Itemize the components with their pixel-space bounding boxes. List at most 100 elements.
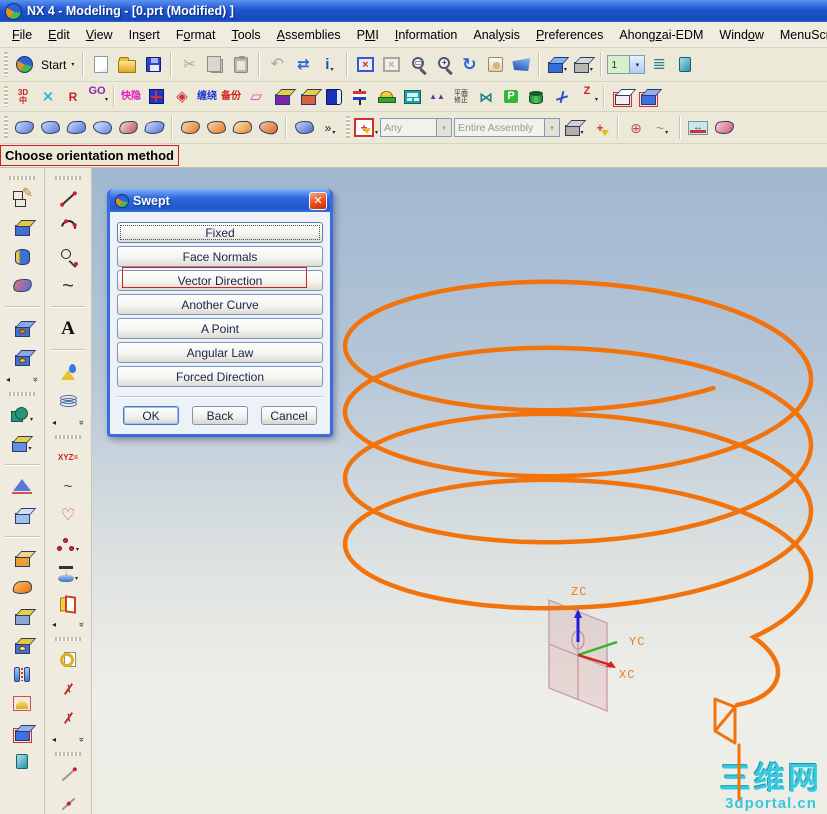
sketch-constraint-button[interactable]: ⨯ — [36, 85, 60, 109]
open-button[interactable] — [115, 53, 139, 77]
project-curve-button[interactable]: ↓ ▾ — [56, 562, 80, 586]
chevron-down-icon[interactable]: ▾ — [28, 445, 31, 456]
trimmed-sheet-button[interactable] — [256, 116, 280, 140]
pan-button[interactable] — [483, 53, 507, 77]
toolbar-grip[interactable] — [9, 391, 35, 396]
extrude-button[interactable] — [10, 216, 34, 240]
solid-cube-button[interactable] — [636, 85, 660, 109]
shell-button[interactable] — [10, 547, 34, 571]
menu-item-window[interactable]: Window — [711, 26, 771, 44]
extract-curve-button[interactable] — [56, 648, 80, 672]
wcs-3d-button[interactable]: 3D 中 — [12, 85, 34, 109]
chevron-down-icon[interactable]: ▾ — [544, 119, 560, 136]
spline-button[interactable]: ~ — [56, 274, 80, 298]
paste-button[interactable] — [229, 53, 253, 77]
chevron-down-icon[interactable]: ▾ — [665, 129, 668, 140]
ruled-surface-button[interactable] — [12, 116, 36, 140]
section-surface-button[interactable] — [142, 116, 166, 140]
toolbar-grip[interactable] — [4, 116, 8, 139]
chevron-down-icon[interactable]: ▾ — [105, 97, 108, 107]
toolbar-grip[interactable] — [4, 52, 8, 77]
hatch-cube-button[interactable] — [296, 85, 320, 109]
chevron-down-icon[interactable]: ▾ — [76, 546, 79, 557]
through-curves-button[interactable] — [38, 116, 62, 140]
toolbar-overflow-button[interactable]: » ▾ — [318, 116, 342, 140]
csys-axes-button[interactable] — [550, 85, 574, 109]
thicken-button[interactable] — [10, 605, 34, 629]
close-icon[interactable]: ✕ — [309, 191, 327, 210]
toolbar-nav[interactable]: ◂» — [52, 416, 87, 428]
edit-line-button[interactable] — [56, 763, 80, 787]
undo-button[interactable]: ↶ — [265, 53, 289, 77]
hole-button[interactable] — [10, 317, 34, 341]
cut-button[interactable]: ✂ — [177, 53, 201, 77]
section-profile[interactable] — [713, 697, 737, 745]
menu-item-edit[interactable]: Edit — [40, 26, 78, 44]
toolbar-grip[interactable] — [55, 434, 81, 439]
dialog-button-face-normals[interactable]: Face Normals — [117, 246, 323, 267]
menu-item-assemblies[interactable]: Assemblies — [269, 26, 349, 44]
blue-book-button[interactable] — [322, 85, 346, 109]
menu-item-pmi[interactable]: PMI — [349, 26, 387, 44]
back-button[interactable]: Back — [192, 406, 248, 425]
divide-curve-button[interactable]: ~ — [56, 706, 80, 730]
type-filter-combo[interactable]: Any ▾ — [380, 118, 453, 137]
dialog-button-vector-direction[interactable]: Vector Direction — [117, 267, 323, 291]
chevron-down-icon[interactable]: ▾ — [30, 416, 33, 427]
toolbar-nav[interactable]: ◂» — [6, 373, 41, 385]
alert-button[interactable] — [374, 85, 398, 109]
dome-button[interactable] — [10, 692, 34, 716]
start-menu-button[interactable]: Start ▾ — [38, 58, 77, 72]
pyramid-button[interactable] — [10, 475, 34, 499]
point-set-button[interactable] — [56, 360, 80, 384]
copy-button[interactable] — [203, 53, 227, 77]
green-pot-button[interactable] — [524, 85, 548, 109]
trim-curve-button[interactable]: ~ — [56, 677, 80, 701]
chevron-down-icon[interactable]: ▾ — [595, 97, 598, 107]
revolve-button[interactable] — [10, 245, 34, 269]
snap-options-button[interactable]: ~ ▾ — [650, 116, 674, 140]
edit-line2-button[interactable] — [56, 792, 80, 814]
green-p-button[interactable]: P — [500, 85, 522, 109]
menu-item-format[interactable]: Format — [168, 26, 224, 44]
graphics-viewport[interactable]: 三维网 3dportal.cn ZC YC XC Swept ✕ Fixed Face… — [92, 168, 827, 814]
chevron-down-icon[interactable]: ▾ — [436, 119, 452, 136]
plane-fix-button[interactable]: 平面 修正 — [450, 85, 472, 109]
selection-filter-button[interactable]: + ▾ — [354, 116, 378, 140]
swept-surface-button[interactable] — [10, 274, 34, 298]
new-button[interactable] — [89, 53, 113, 77]
chevron-down-icon[interactable]: ▾ — [590, 66, 593, 77]
dialog-button-fixed[interactable]: Fixed — [117, 222, 323, 243]
layer-visible-button[interactable] — [673, 53, 697, 77]
rotate-view-button[interactable]: ↻ — [457, 53, 481, 77]
sew-button[interactable] — [10, 663, 34, 687]
save-button[interactable] — [141, 53, 165, 77]
quick-hide-button[interactable]: 快隐 — [120, 85, 142, 109]
mirror-button[interactable] — [56, 591, 80, 615]
title-bar[interactable]: NX 4 - Modeling - [0.prt (Modified) ] — [0, 0, 827, 22]
z-axis-button[interactable]: Z ▾ — [576, 85, 598, 109]
helix-button[interactable] — [56, 389, 80, 413]
menu-item-information[interactable]: Information — [387, 26, 466, 44]
reorient-button[interactable]: R — [62, 85, 84, 109]
toolbar-grip[interactable] — [55, 175, 81, 180]
menu-item-tools[interactable]: Tools — [223, 26, 268, 44]
point-xyz-button[interactable]: XYZ= — [57, 446, 79, 470]
menu-item-insert[interactable]: Insert — [121, 26, 168, 44]
through-curve-mesh-button[interactable] — [64, 116, 88, 140]
wireframe-cube-button[interactable] — [610, 85, 634, 109]
information-button[interactable]: i ▾ — [317, 53, 341, 77]
text-button[interactable]: A — [56, 317, 80, 341]
dialog-button-angular-law[interactable]: Angular Law — [117, 342, 323, 363]
layer-settings-button[interactable]: ≣ — [647, 53, 671, 77]
dialog-button-forced-direction[interactable]: Forced Direction — [117, 366, 323, 387]
menu-item-preferences[interactable]: Preferences — [528, 26, 611, 44]
bounded-body-button[interactable] — [10, 721, 34, 745]
toolbar-nav[interactable]: ◂» — [52, 618, 87, 630]
swept-button[interactable] — [116, 116, 140, 140]
chevron-down-icon[interactable]: ▾ — [375, 129, 378, 140]
parallelogram-button[interactable]: ▱ — [244, 85, 268, 109]
go-button[interactable]: GO ▾ — [86, 85, 108, 109]
toolbar-grip[interactable] — [346, 116, 350, 139]
tube-button[interactable] — [204, 116, 228, 140]
